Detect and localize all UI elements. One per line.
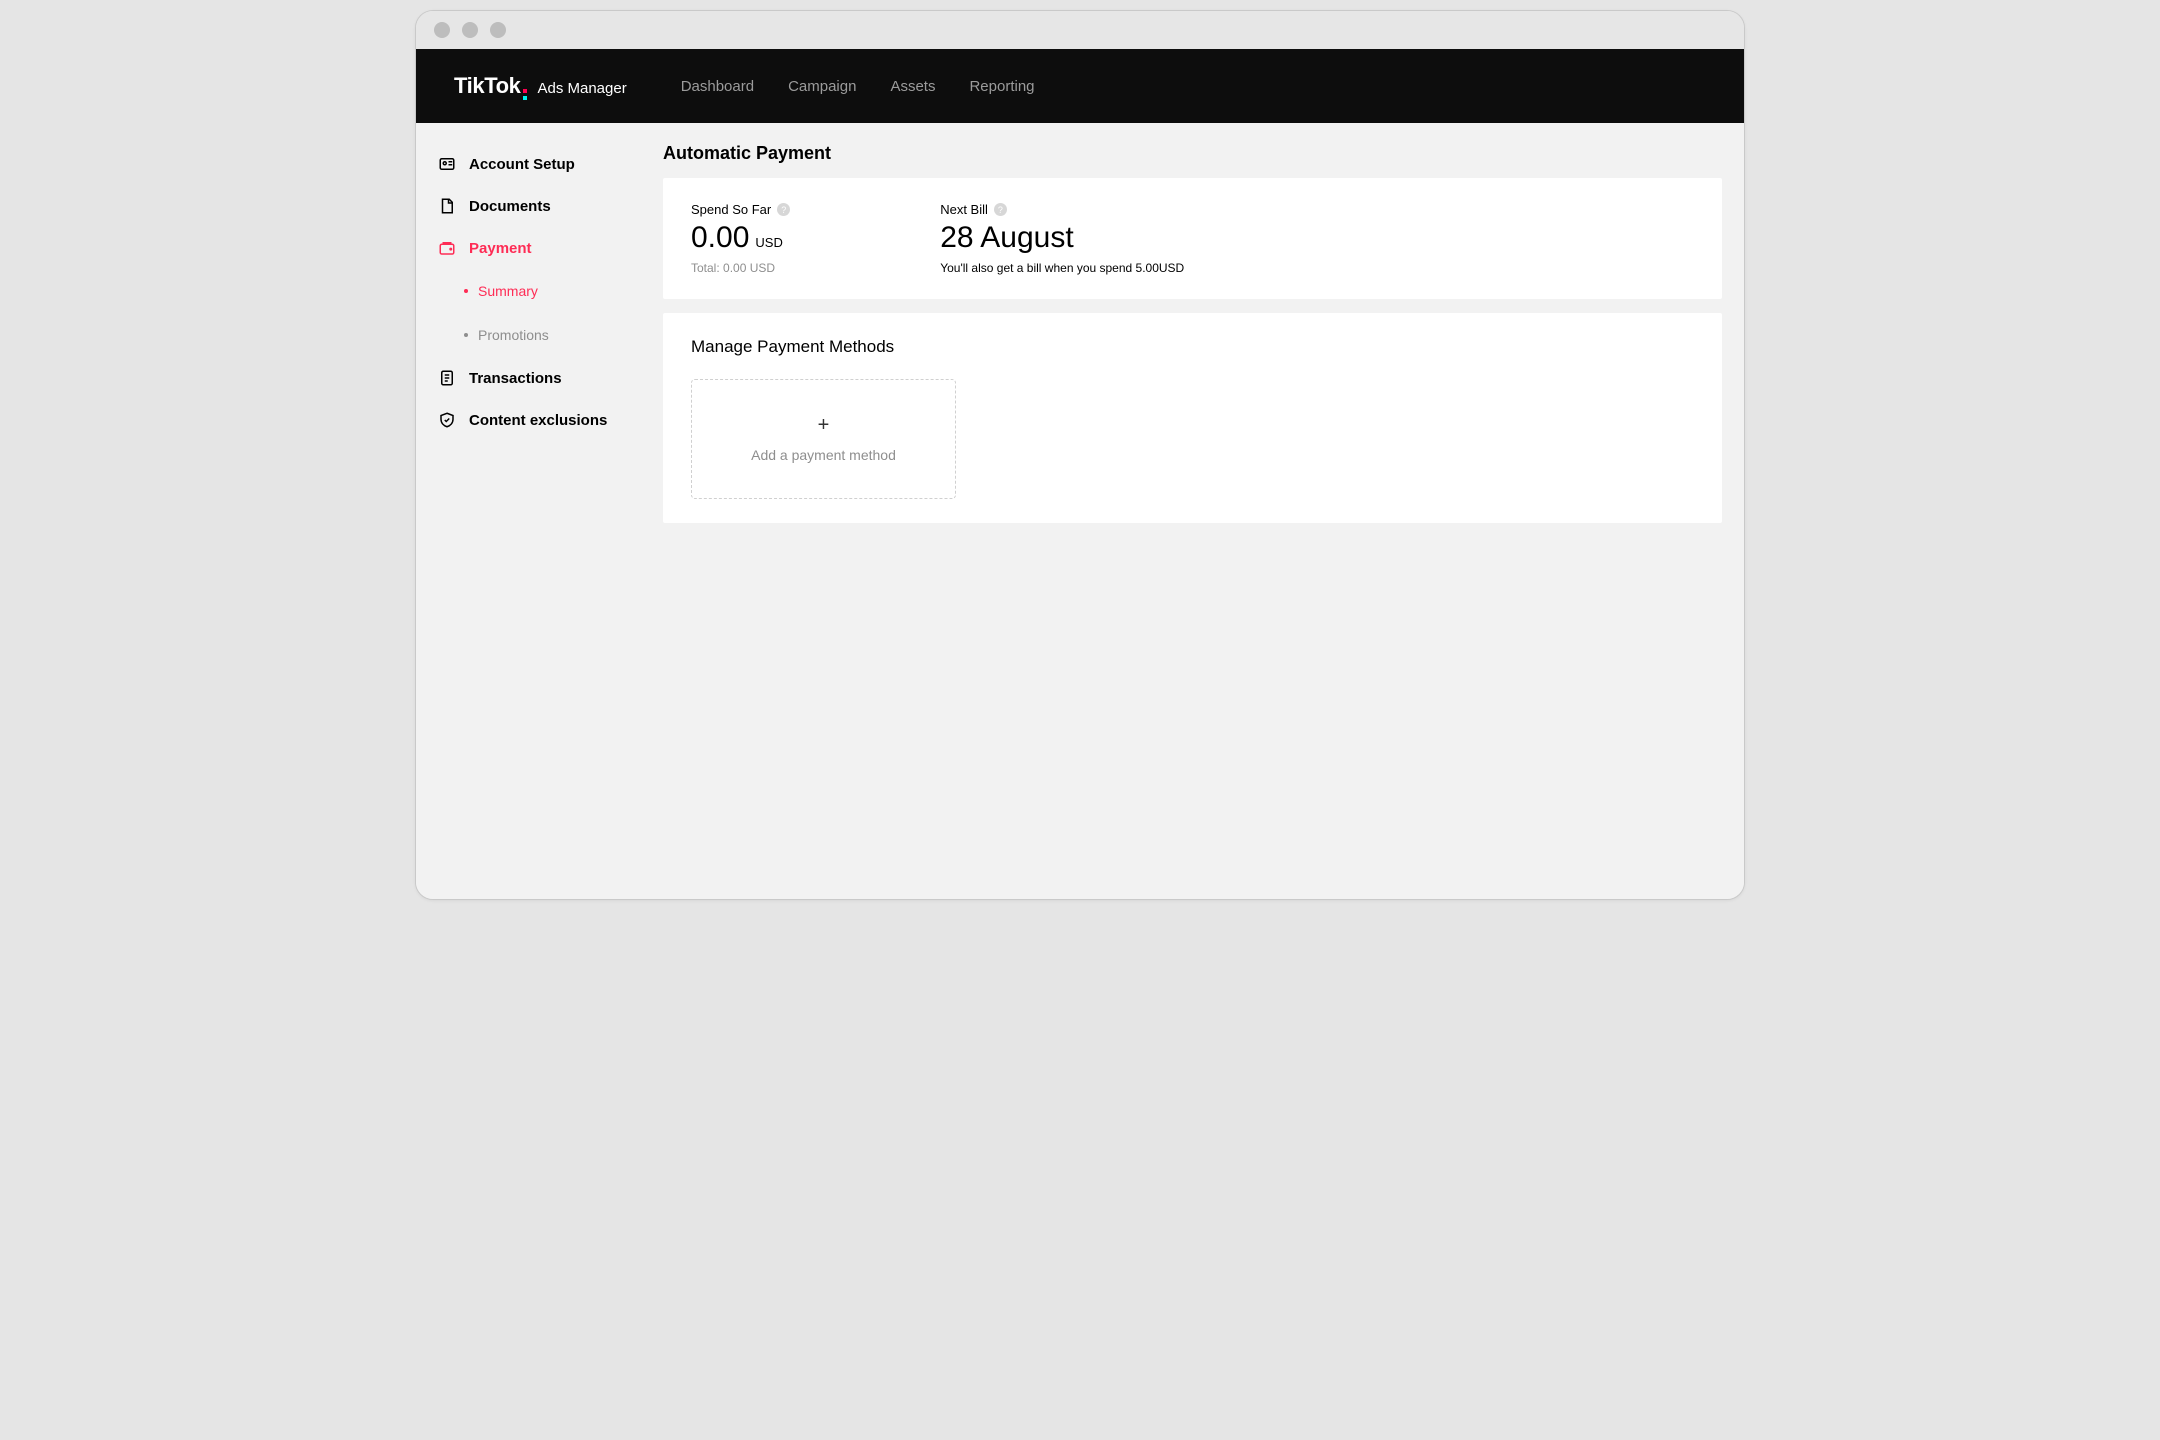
sidebar-sub-label: Promotions xyxy=(478,327,549,343)
window-minimize-dot[interactable] xyxy=(462,22,478,38)
wallet-icon xyxy=(438,239,456,257)
logo-text: TikTok xyxy=(454,73,520,99)
add-payment-method-button[interactable]: + Add a payment method xyxy=(691,379,956,499)
add-payment-label: Add a payment method xyxy=(751,447,896,463)
stat-next-bill: Next Bill ? 28 August You'll also get a … xyxy=(940,202,1184,275)
plus-icon: + xyxy=(818,415,830,435)
spend-total: Total: 0.00 USD xyxy=(691,261,790,275)
app-window: TikTok Ads Manager Dashboard Campaign As… xyxy=(415,10,1745,900)
logo-subtitle: Ads Manager xyxy=(537,80,626,97)
document-icon xyxy=(438,197,456,215)
bullet-icon xyxy=(464,289,468,293)
nav-assets[interactable]: Assets xyxy=(890,78,935,95)
window-close-dot[interactable] xyxy=(434,22,450,38)
stat-spend: Spend So Far ? 0.00 USD Total: 0.00 USD xyxy=(691,202,790,275)
spend-currency: USD xyxy=(755,235,782,250)
sidebar: Account Setup Documents Payment Summary xyxy=(416,123,641,899)
sidebar-item-label: Content exclusions xyxy=(469,412,607,429)
nav-reporting[interactable]: Reporting xyxy=(969,78,1034,95)
app-logo[interactable]: TikTok Ads Manager xyxy=(454,73,627,100)
nav-links: Dashboard Campaign Assets Reporting xyxy=(681,78,1035,95)
next-bill-label: Next Bill xyxy=(940,202,988,217)
sidebar-item-label: Documents xyxy=(469,198,551,215)
sidebar-sub-label: Summary xyxy=(478,283,538,299)
page-title: Automatic Payment xyxy=(663,143,1722,164)
logo-accent-icon xyxy=(523,89,527,100)
main-content: Automatic Payment Spend So Far ? 0.00 US… xyxy=(641,123,1744,899)
receipt-icon xyxy=(438,369,456,387)
sidebar-item-label: Account Setup xyxy=(469,156,575,173)
sidebar-sub-promotions[interactable]: Promotions xyxy=(416,313,641,357)
window-titlebar xyxy=(416,11,1744,49)
methods-title: Manage Payment Methods xyxy=(691,337,1694,357)
billing-summary-card: Spend So Far ? 0.00 USD Total: 0.00 USD … xyxy=(663,178,1722,299)
spend-label: Spend So Far xyxy=(691,202,771,217)
sidebar-item-label: Payment xyxy=(469,240,532,257)
next-bill-value: 28 August xyxy=(940,221,1073,255)
id-card-icon xyxy=(438,155,456,173)
sidebar-item-payment[interactable]: Payment xyxy=(416,227,641,269)
sidebar-item-account-setup[interactable]: Account Setup xyxy=(416,143,641,185)
bullet-icon xyxy=(464,333,468,337)
nav-campaign[interactable]: Campaign xyxy=(788,78,856,95)
next-bill-note: You'll also get a bill when you spend 5.… xyxy=(940,261,1184,275)
help-icon[interactable]: ? xyxy=(777,203,790,216)
window-zoom-dot[interactable] xyxy=(490,22,506,38)
nav-dashboard[interactable]: Dashboard xyxy=(681,78,754,95)
sidebar-item-content-exclusions[interactable]: Content exclusions xyxy=(416,399,641,441)
shield-icon xyxy=(438,411,456,429)
payment-methods-card: Manage Payment Methods + Add a payment m… xyxy=(663,313,1722,523)
app-body: Account Setup Documents Payment Summary xyxy=(416,123,1744,899)
sidebar-item-transactions[interactable]: Transactions xyxy=(416,357,641,399)
top-nav: TikTok Ads Manager Dashboard Campaign As… xyxy=(416,49,1744,123)
help-icon[interactable]: ? xyxy=(994,203,1007,216)
sidebar-sub-summary[interactable]: Summary xyxy=(416,269,641,313)
sidebar-item-label: Transactions xyxy=(469,370,562,387)
spend-value: 0.00 xyxy=(691,221,749,255)
sidebar-item-documents[interactable]: Documents xyxy=(416,185,641,227)
